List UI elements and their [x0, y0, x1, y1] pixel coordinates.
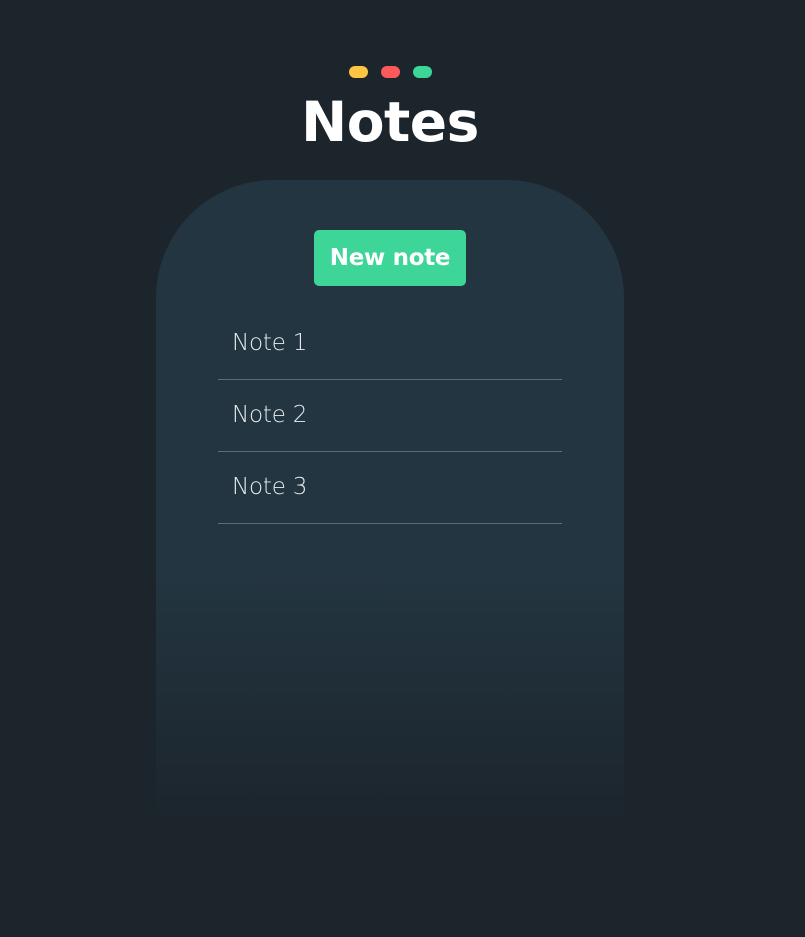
- notes-panel: New note Note 1 Note 2 Note 3: [156, 180, 624, 820]
- notes-list: Note 1 Note 2 Note 3: [218, 308, 562, 524]
- note-item-1[interactable]: Note 1: [218, 308, 562, 380]
- note-item-3[interactable]: Note 3: [218, 452, 562, 524]
- page-title: Notes: [301, 90, 479, 154]
- new-note-button[interactable]: New note: [314, 230, 466, 286]
- window-dots: [349, 66, 432, 78]
- red-dot-icon: [381, 66, 400, 78]
- green-dot-icon: [413, 66, 432, 78]
- note-item-2[interactable]: Note 2: [218, 380, 562, 452]
- yellow-dot-icon: [349, 66, 368, 78]
